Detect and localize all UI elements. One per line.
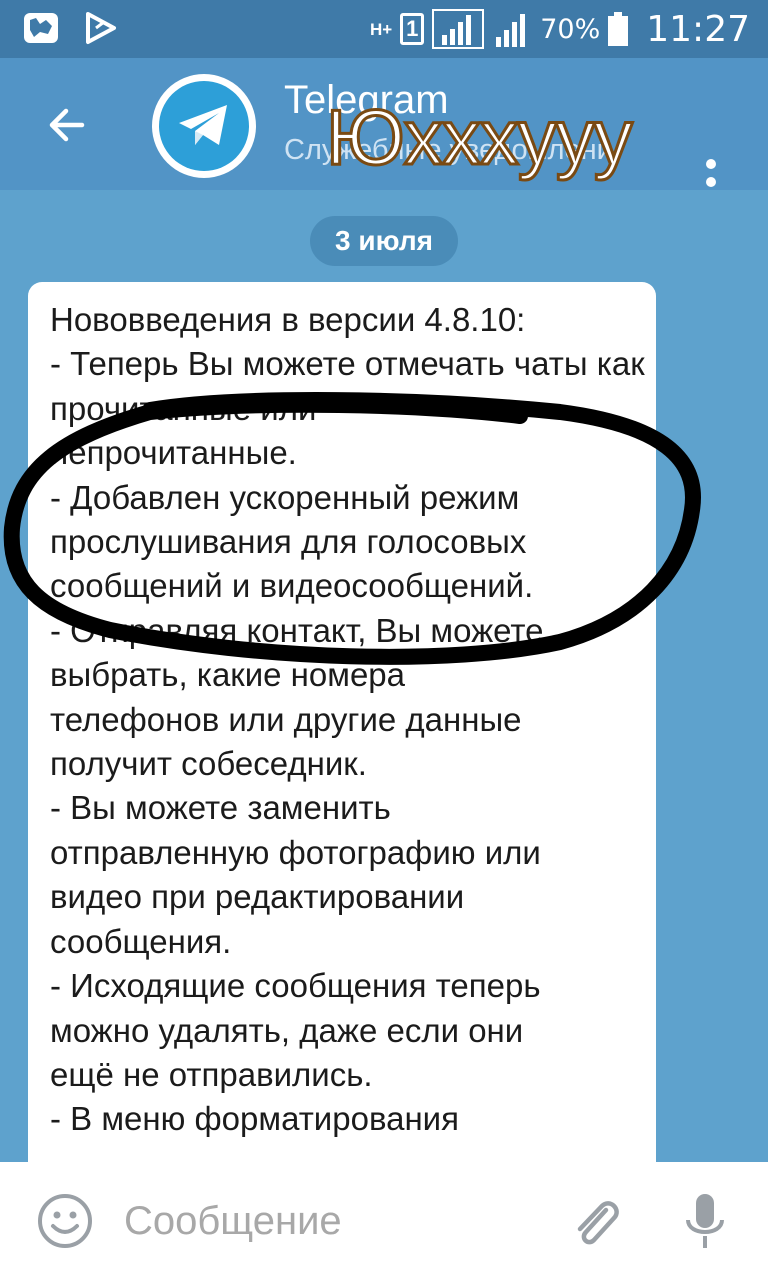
message-text: Нововведения в версии 4.8.10: - Теперь В… [50,301,645,1138]
notification-icons [22,10,120,46]
message-input[interactable] [124,1188,544,1254]
chat-area[interactable]: 3 июля Нововведения в версии 4.8.10: - Т… [0,190,768,1162]
microphone-icon[interactable] [680,1190,730,1256]
message-composer [0,1162,768,1280]
overlay-caption: Юxxxyyy [325,92,635,183]
telegram-logo-icon [159,81,249,171]
status-bar: H+ 1 70% 11:27 [0,0,768,58]
sim-indicator: 1 [400,13,425,45]
battery-icon [608,12,629,46]
signal-icon [432,9,485,49]
status-right: H+ 1 70% 11:27 [370,4,750,54]
back-arrow-icon[interactable] [40,98,94,152]
map-notification-icon [24,13,58,43]
attach-paperclip-icon[interactable] [566,1192,626,1252]
clock: 11:27 [646,8,750,50]
date-separator: 3 июля [310,216,458,266]
emoji-icon[interactable] [36,1192,94,1250]
network-type: H+ [370,19,393,39]
signal-2-icon [496,14,526,47]
chat-avatar[interactable] [152,74,256,178]
battery-percent: 70% [540,13,601,45]
message-bubble[interactable]: Нововведения в версии 4.8.10: - Теперь В… [28,282,656,1162]
play-store-notification-icon [86,12,116,44]
